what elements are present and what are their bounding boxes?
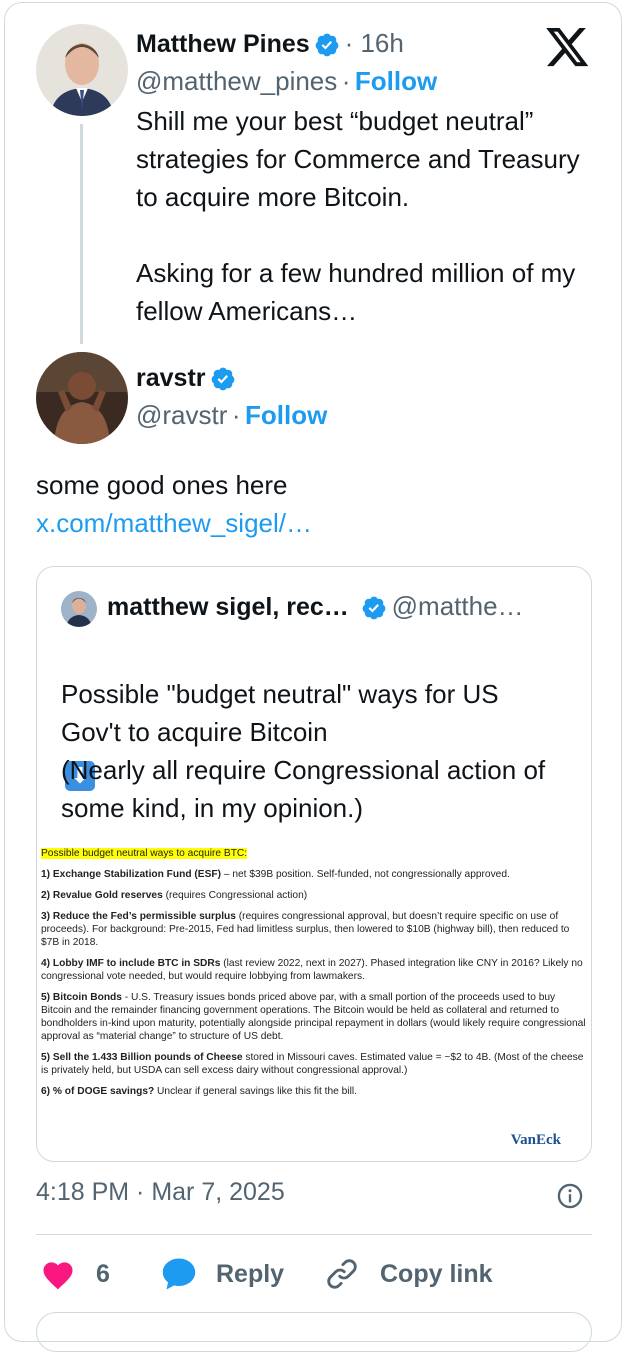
read-replies-button[interactable] — [36, 1312, 592, 1352]
matthew-sigel-avatar[interactable] — [61, 591, 97, 627]
like-count: 6 — [96, 1259, 110, 1288]
verified-badge-icon — [314, 32, 340, 63]
tweet-timestamp[interactable]: 4:18 PM · Mar 7, 2025 — [36, 1178, 285, 1207]
doc-item-bold: 1) Exchange Stabilization Fund (ESF) — [41, 869, 221, 880]
ravstr-avatar[interactable] — [36, 352, 128, 444]
doc-item-bold: 5) Bitcoin Bonds — [41, 992, 122, 1003]
doc-item-bold: 4) Lobby IMF to include BTC in SDRs — [41, 958, 221, 969]
copy-link-button[interactable]: Copy link — [324, 1256, 493, 1292]
doc-item-bold: 6) % of DOGE savings? — [41, 1086, 155, 1097]
quoted-document-image[interactable]: Possible budget neutral ways to acquire … — [41, 847, 587, 1159]
follow-button[interactable]: Follow — [355, 66, 437, 96]
info-icon[interactable] — [556, 1182, 584, 1210]
author-name[interactable]: Matthew Pines — [136, 30, 310, 58]
quoted-author-handle[interactable]: @matthe… — [392, 591, 524, 621]
doc-item-text: – net $39B position. Self-funded, not co… — [221, 869, 510, 880]
dot-separator: · — [231, 400, 241, 430]
doc-item-text: (requires Congressional action) — [162, 890, 308, 901]
like-button[interactable]: 6 — [40, 1256, 110, 1292]
heart-icon — [40, 1258, 76, 1290]
verified-badge-icon — [361, 595, 387, 626]
thread-connector-line — [80, 124, 83, 344]
doc-item-text: - U.S. Treasury issues bonds priced abov… — [41, 992, 586, 1042]
tweet-text: Shill me your best “budget neutral” stra… — [136, 106, 580, 326]
author-handle[interactable]: @ravstr — [136, 400, 227, 430]
matthew-pines-avatar[interactable] — [36, 24, 128, 116]
x-logo-icon[interactable] — [546, 28, 590, 70]
follow-button[interactable]: Follow — [245, 400, 327, 430]
link-icon — [324, 1256, 360, 1292]
author-handle[interactable]: @matthew_pines — [136, 66, 337, 96]
reply-button[interactable]: Reply — [160, 1256, 284, 1292]
quoted-tweet-text-2: (Nearly all require Congressional action… — [61, 755, 546, 823]
reply-text: some good ones here — [36, 470, 288, 500]
quoted-link[interactable]: x.com/matthew_sigel/… — [36, 504, 312, 542]
quoted-tweet-text: Possible "budget neutral" ways for US Go… — [61, 679, 499, 747]
copy-link-label: Copy link — [380, 1259, 493, 1288]
doc-item-bold: 3) Reduce the Fed’s permissible surplus — [41, 911, 236, 922]
quoted-tweet-card[interactable]: matthew sigel, rec… @matthe… Possible "b… — [36, 566, 592, 1162]
doc-item-text: Unclear if general savings like this fit… — [154, 1086, 357, 1097]
author-name[interactable]: ravstr — [136, 364, 206, 392]
speech-bubble-icon — [160, 1257, 198, 1291]
doc-item-bold: 5) Sell the 1.433 Billion pounds of Chee… — [41, 1052, 243, 1063]
quoted-author-name[interactable]: matthew sigel, rec… — [107, 593, 349, 621]
doc-item-bold: 2) Revalue Gold reserves — [41, 890, 163, 901]
doc-heading: Possible budget neutral ways to acquire … — [41, 848, 248, 859]
reply-label: Reply — [216, 1259, 285, 1288]
dot-separator: · — [341, 66, 351, 96]
vaneck-logo: VanEck — [510, 1132, 561, 1148]
verified-badge-icon — [210, 366, 236, 397]
actions-divider — [36, 1234, 592, 1235]
post-time[interactable]: · 16h — [345, 28, 404, 58]
